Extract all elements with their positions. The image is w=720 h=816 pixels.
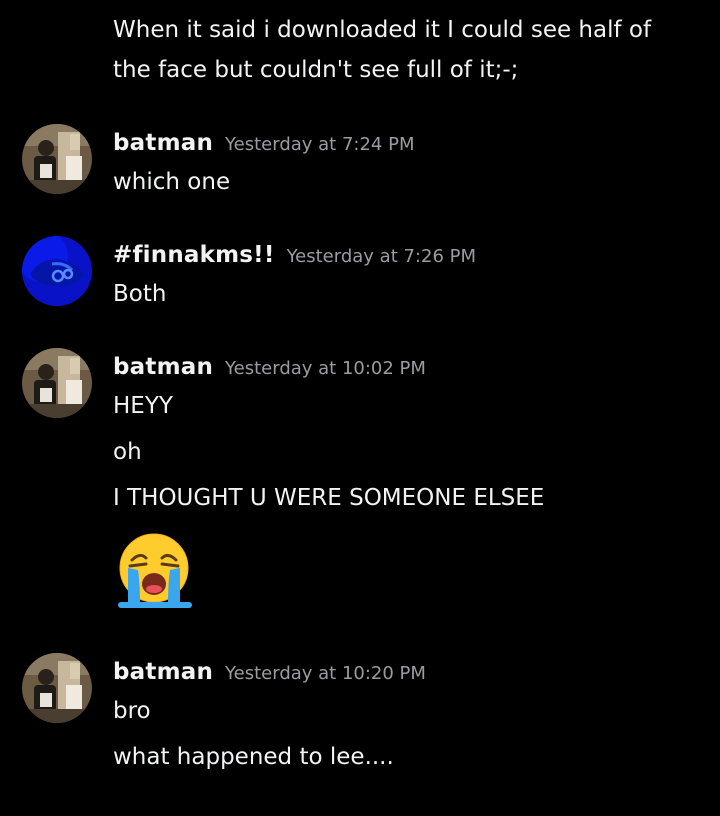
message-text: I THOUGHT U WERE SOMEONE ELSEE [113, 485, 545, 511]
batman-photo-avatar-icon [22, 653, 92, 723]
message-text: HEYY [113, 393, 173, 419]
username[interactable]: batman [113, 659, 213, 685]
username[interactable]: batman [113, 130, 213, 156]
loudly-crying-face-icon[interactable] [110, 532, 200, 608]
username[interactable]: batman [113, 354, 213, 380]
message-text: what happened to lee.... [113, 744, 394, 770]
message-header: batman Yesterday at 7:24 PM [113, 130, 415, 156]
username[interactable]: #finnakms!! [113, 242, 275, 268]
chat-message-list: When it said i downloaded it I could see… [0, 0, 720, 816]
timestamp: Yesterday at 7:24 PM [225, 134, 415, 155]
user-avatar[interactable] [22, 653, 92, 723]
user-avatar[interactable] [22, 236, 92, 306]
message-text: the face but couldn't see full of it;-; [113, 57, 519, 83]
message-header: batman Yesterday at 10:20 PM [113, 659, 426, 685]
message-text: which one [113, 169, 231, 195]
timestamp: Yesterday at 10:20 PM [225, 663, 426, 684]
message-text: bro [113, 698, 151, 724]
timestamp: Yesterday at 7:26 PM [286, 246, 477, 267]
message-header: #finnakms!! Yesterday at 7:26 PM [113, 242, 476, 268]
user-avatar[interactable] [22, 348, 92, 418]
batman-photo-avatar-icon [22, 124, 92, 194]
batman-photo-avatar-icon [22, 348, 92, 418]
user-avatar[interactable] [22, 124, 92, 194]
message-header: batman Yesterday at 10:02 PM [113, 354, 426, 380]
message-text: Both [113, 281, 167, 307]
timestamp: Yesterday at 10:02 PM [225, 358, 426, 379]
message-text: When it said i downloaded it I could see… [113, 17, 652, 43]
blue-mask-avatar-icon [22, 236, 92, 306]
message-text: oh [113, 439, 142, 465]
